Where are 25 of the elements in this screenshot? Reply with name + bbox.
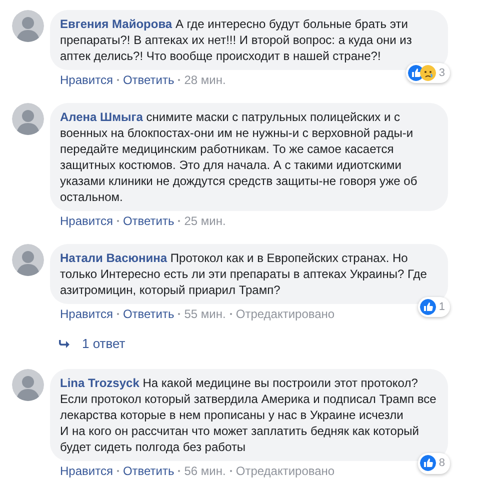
reply-link[interactable]: Ответить [122,306,174,322]
reply-link[interactable]: Ответить [122,72,174,88]
avatar-icon[interactable] [12,10,44,42]
avatar-icon[interactable] [12,244,44,276]
author-link[interactable]: Алена Шмыга [60,110,143,124]
reaction-count: 3 [438,66,445,80]
like-link[interactable]: Нравится [60,72,113,88]
like-link[interactable]: Нравится [60,306,113,322]
reaction-count: 1 [438,300,445,314]
reaction-count: 8 [438,456,445,471]
comment-text: Евгения Майорова А где интересно будут больные брать эти препараты?! В аптеках их нет!!! И второй вопрос: а куда они из аптек делись?! Что вообще происходит в нашей стране?! [60,16,413,64]
reply-link[interactable]: Ответить [122,213,174,229]
avatar-icon[interactable] [12,368,44,400]
author-link[interactable]: Lina Trozsyck [60,376,140,390]
reply-link[interactable]: Ответить [122,462,174,478]
comment-text: Алена Шмыга снимите маски с патрульных полицейских и с военных на блокпостах-они им не нужны-и с верховной рады-и передайте медицинским работникам. То же самое касается защитных костюмов. Это для начала. А с такими идиотскими указами клиники не дождутся средств защиты-не говоря уже об остальном. [60,109,418,205]
avatar-icon[interactable] [12,103,44,135]
comment-text: Lina Trozsyck На какой медицине вы построили этот протокол? Если протокол который затвердила Америка и подписал Трамп все лекарства которые в нем прописаны у нас в Украине исчезли И на кого он рассчитан что может заплатить бедняк как который будет сидеть полгода без работы [60,374,438,454]
author-link[interactable]: Натали Васюнина [60,251,168,265]
replies-link[interactable]: 1 ответ [82,334,126,354]
like-link[interactable]: Нравится [60,462,113,478]
comment-text: Натали Васюнина Протокол как и в Европейских странах. Но только Интересно есть ли эти препараты в аптеках Украины? Где азитромицин, который приарил Трамп? [60,250,428,298]
like-link[interactable]: Нравится [60,213,113,229]
reply-arrow-icon [58,338,70,349]
author-link[interactable]: Евгения Майорова [60,17,172,31]
